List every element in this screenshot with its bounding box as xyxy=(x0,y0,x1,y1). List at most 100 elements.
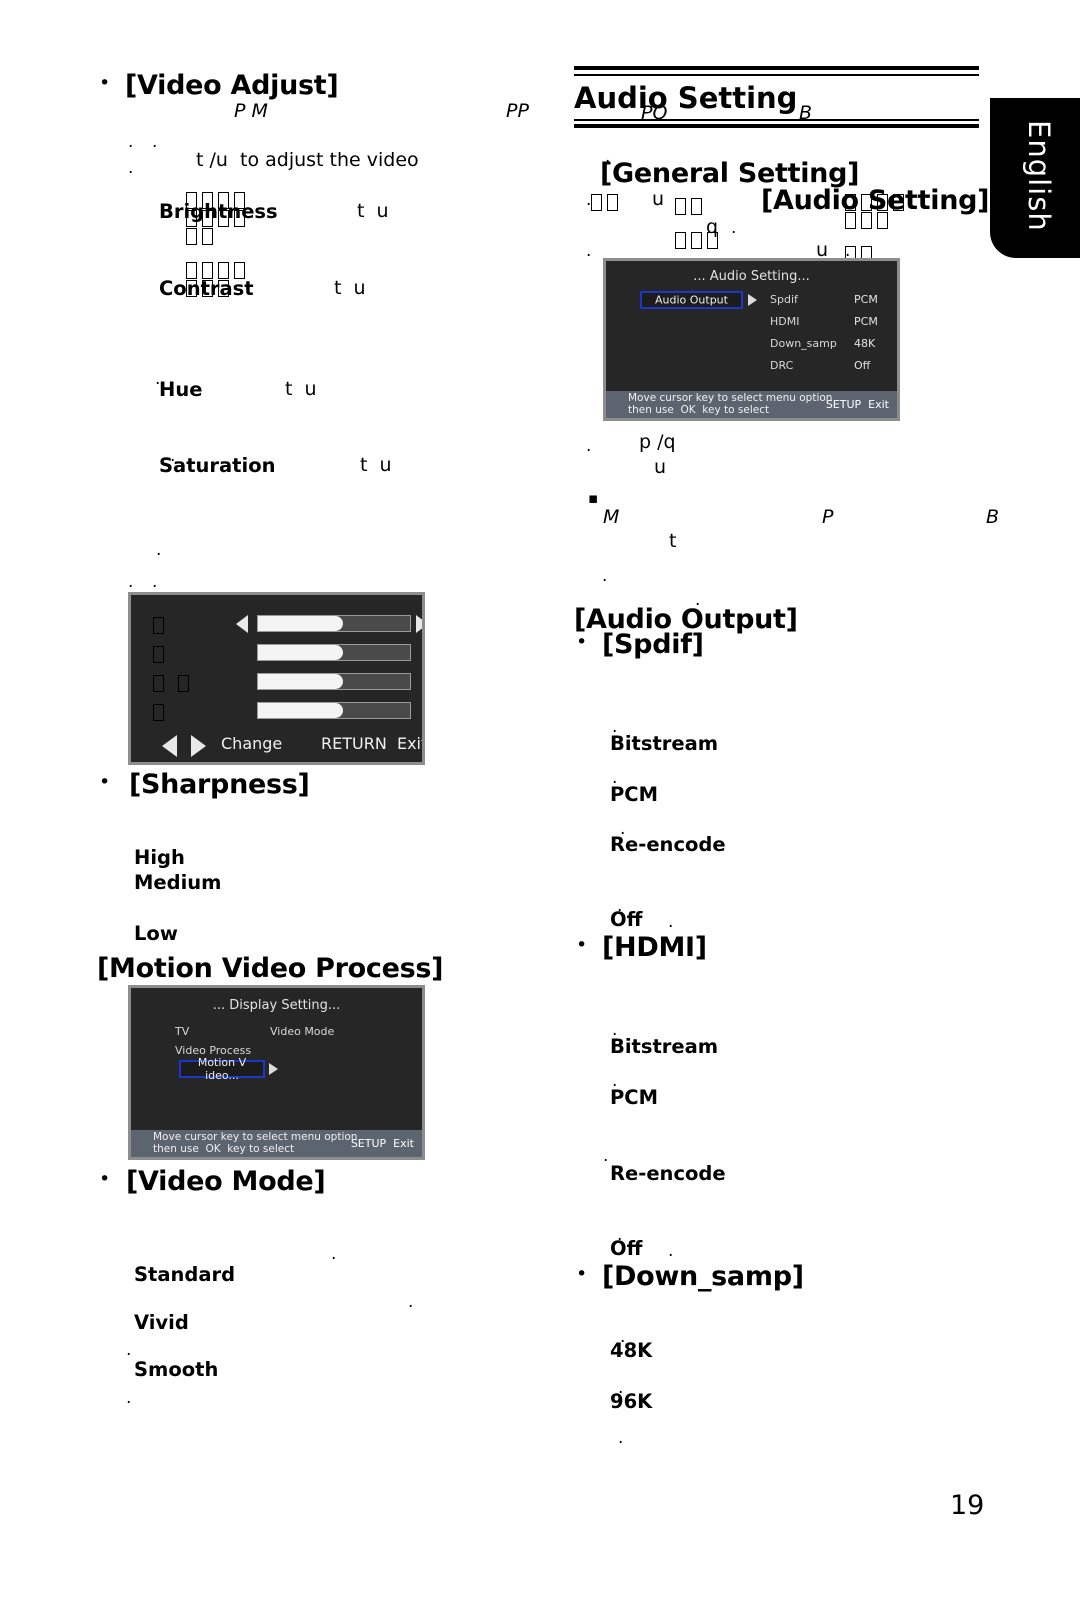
osd-slider-2-fill xyxy=(258,645,344,660)
item-contrast-label: Contrast xyxy=(159,277,254,300)
item-brightness-keys: t u xyxy=(357,200,389,222)
spdif-option-pcm: PCM xyxy=(610,783,659,806)
page-number: 19 xyxy=(950,1490,985,1521)
fragment-pm: P M xyxy=(234,100,268,122)
osd-legend-change-label: Change xyxy=(221,734,283,753)
fragment-dot-30: . xyxy=(668,1241,674,1261)
fragment-pq: p /q xyxy=(639,431,676,453)
fragment-dot-6: . xyxy=(156,540,162,560)
hdmi-option-pcm: PCM xyxy=(610,1086,659,1109)
osd-legend-right-arrow-icon xyxy=(191,735,206,757)
heading-video-adjust: [Video Adjust] xyxy=(125,70,339,101)
fragment-dot-28: . xyxy=(603,1146,609,1166)
osd-slider-4-fill xyxy=(258,703,344,718)
fragment-dot-3: . xyxy=(128,158,134,178)
bullet-sharpness: • xyxy=(99,771,111,793)
sharpness-option-high: High xyxy=(134,846,185,869)
heading-audio-setting-inline: [Audio Setting] xyxy=(761,185,990,216)
heading-rule-bottom-thick xyxy=(574,124,979,128)
heading-motion-video-process: [Motion Video Process] xyxy=(97,953,444,984)
fragment-dot-12: . xyxy=(126,1388,132,1408)
fragment-dot-2: . xyxy=(152,132,158,152)
bullet-video-adjust: • xyxy=(99,72,111,94)
osd-legend-left-arrow-icon xyxy=(162,735,177,757)
down-samp-option-48k: 48K xyxy=(610,1339,653,1362)
heading-spdif: [Spdif] xyxy=(602,629,704,660)
fragment-dot-10: . xyxy=(408,1292,414,1312)
osd-audio-row-spdif-name[interactable]: Spdif xyxy=(770,293,798,306)
fragment-dot-8: . xyxy=(152,572,158,592)
osd-audio-row-spdif-value[interactable]: PCM xyxy=(854,293,878,306)
down-samp-option-96k: 96K xyxy=(610,1390,653,1413)
fragment-dot-18: . xyxy=(586,436,592,456)
item-contrast-keys: t u xyxy=(334,277,366,299)
osd-display-setting-selected-motion-video[interactable]: Motion V ideo... xyxy=(179,1056,265,1082)
fragment-dot-14: . xyxy=(586,190,592,210)
osd-audio-row-drc-value[interactable]: Off xyxy=(854,359,870,372)
fragment-t: t xyxy=(669,530,677,552)
language-tab-label: English xyxy=(1022,120,1056,232)
spdif-option-off: Off xyxy=(610,908,643,931)
osd-right-arrow-icon xyxy=(416,615,422,633)
osd-display-setting-item-video-mode[interactable]: Video Mode xyxy=(270,1025,334,1038)
video-mode-option-standard: Standard xyxy=(134,1263,236,1286)
item-hue-keys: t u xyxy=(285,378,317,400)
osd-audio-setting-footer-setup: SETUP Exit xyxy=(825,398,889,411)
osd-display-setting-footer-line2: then use OK key to select xyxy=(153,1143,295,1155)
fragment-b: B xyxy=(986,506,1000,528)
osd-audio-setting-selected-audio-output[interactable]: Audio Output xyxy=(640,291,743,309)
heading-fragment-po: PO xyxy=(641,102,668,124)
item-hue-label: Hue xyxy=(159,378,203,401)
sharpness-option-low: Low xyxy=(134,922,178,945)
osd-display-setting-selected-label: Motion V ideo... xyxy=(197,1056,247,1082)
osd-audio-row-hdmi-value[interactable]: PCM xyxy=(854,315,878,328)
osd-display-setting-footer: Move cursor key to select menu option th… xyxy=(131,1130,422,1157)
spdif-option-reencode: Re-encode xyxy=(610,833,726,856)
osd-audio-setting-footer-line2: then use OK key to select xyxy=(628,404,770,416)
fragment-p: P xyxy=(822,506,834,528)
fragment-q: q xyxy=(706,216,719,238)
fragment-dot-15: . xyxy=(731,218,737,238)
osd-audio-setting-selected-label: Audio Output xyxy=(655,293,728,307)
osd-slider-row-1-icon xyxy=(153,617,169,636)
osd-audio-setting: ... Audio Setting... Audio Output Spdif … xyxy=(603,258,900,421)
fragment-m: M xyxy=(603,506,620,528)
osd-display-setting-footer-setup: SETUP Exit xyxy=(350,1137,414,1150)
osd-slider-4[interactable] xyxy=(257,702,411,719)
osd-slider-row-2-icon xyxy=(153,646,169,665)
fragment-dot-19: . xyxy=(602,566,608,586)
osd-slider-2[interactable] xyxy=(257,644,411,661)
hdmi-option-off: Off xyxy=(610,1237,643,1260)
osd-audio-row-down-samp-value[interactable]: 48K xyxy=(854,337,875,350)
bullet-spdif: • xyxy=(576,631,588,653)
bullet-down-samp: • xyxy=(576,1263,588,1285)
osd-audio-row-hdmi-name[interactable]: HDMI xyxy=(770,315,799,328)
fragment-dot-16: . xyxy=(586,241,592,261)
fragment-dot-25: . xyxy=(668,912,674,932)
osd-slider-1-fill xyxy=(258,616,344,631)
osd-display-setting-item-tv[interactable]: TV xyxy=(175,1025,189,1038)
spdif-option-bitstream: Bitstream xyxy=(610,732,719,755)
osd-display-setting-title: ... Display Setting... xyxy=(212,998,341,1013)
heading-fragment-b: B xyxy=(799,102,813,124)
fragment-dot-11: . xyxy=(126,1340,132,1360)
osd-audio-row-down-samp-name[interactable]: Down_samp xyxy=(770,337,837,350)
heading-video-mode: [Video Mode] xyxy=(126,1166,326,1197)
osd-legend-return-label: RETURN Exit xyxy=(321,734,425,753)
osd-display-setting-footer-line1: Move cursor key to select menu option xyxy=(153,1131,358,1143)
osd-slider-3[interactable] xyxy=(257,673,411,690)
osd-audio-setting-title: ... Audio Setting... xyxy=(693,269,810,284)
heading-rule-bottom-thin xyxy=(574,119,979,121)
heading-rule-top-thin xyxy=(574,74,979,76)
fragment-u-3: u xyxy=(654,456,667,478)
fragment-pp: PP xyxy=(506,100,529,122)
video-mode-option-vivid: Vivid xyxy=(134,1311,189,1334)
fragment-dot-33: . xyxy=(618,1428,624,1448)
heading-down-samp: [Down_samp] xyxy=(602,1261,804,1292)
heading-audio-setting: Audio Setting xyxy=(574,81,798,115)
heading-rule-top-thick xyxy=(574,66,979,70)
osd-audio-row-drc-name[interactable]: DRC xyxy=(770,359,793,372)
osd-display-setting: ... Display Setting... TV Video Process … xyxy=(128,985,425,1160)
item-brightness-label: Brightness xyxy=(159,200,278,223)
osd-slider-1[interactable] xyxy=(257,615,411,632)
